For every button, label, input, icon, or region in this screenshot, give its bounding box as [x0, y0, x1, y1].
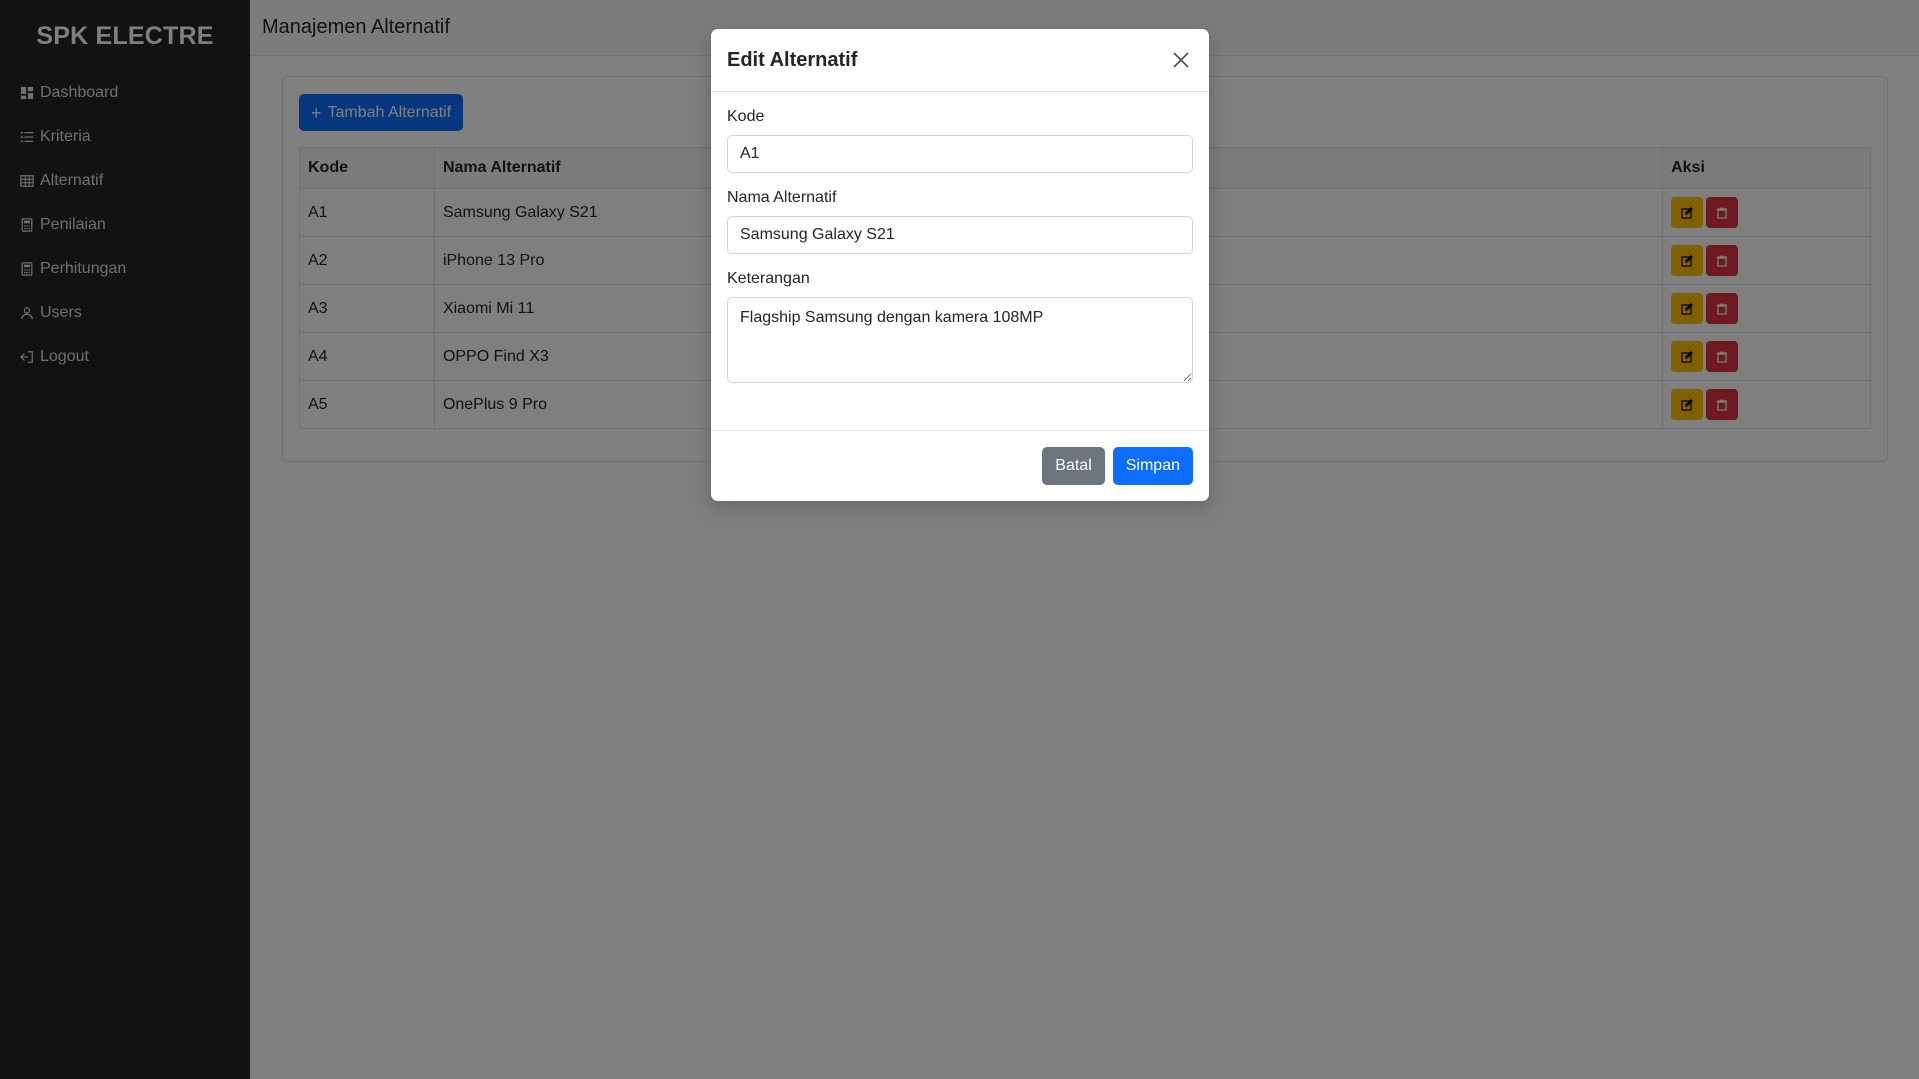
- modal-title: Edit Alternatif: [727, 48, 858, 71]
- save-button[interactable]: Simpan: [1112, 447, 1193, 485]
- kode-input[interactable]: [727, 135, 1193, 173]
- nama-alternatif-input[interactable]: [727, 216, 1193, 254]
- form-group-kode: Kode: [727, 108, 1193, 173]
- form-group-keterangan: Keterangan Flagship Samsung dengan kamer…: [727, 270, 1193, 388]
- close-icon: [1173, 52, 1189, 68]
- form-group-nama: Nama Alternatif: [727, 189, 1193, 254]
- keterangan-textarea[interactable]: Flagship Samsung dengan kamera 108MP: [727, 297, 1193, 383]
- close-button[interactable]: [1169, 48, 1193, 72]
- modal-footer: Batal Simpan: [711, 430, 1209, 501]
- keterangan-label: Keterangan: [727, 270, 810, 287]
- edit-alternatif-modal: Edit Alternatif Kode Nama Alternatif Ket…: [711, 29, 1209, 501]
- nama-alternatif-label: Nama Alternatif: [727, 189, 837, 206]
- cancel-button[interactable]: Batal: [1042, 447, 1105, 485]
- modal-header: Edit Alternatif: [711, 29, 1209, 92]
- modal-body: Kode Nama Alternatif Keterangan Flagship…: [711, 92, 1209, 388]
- kode-label: Kode: [727, 108, 765, 125]
